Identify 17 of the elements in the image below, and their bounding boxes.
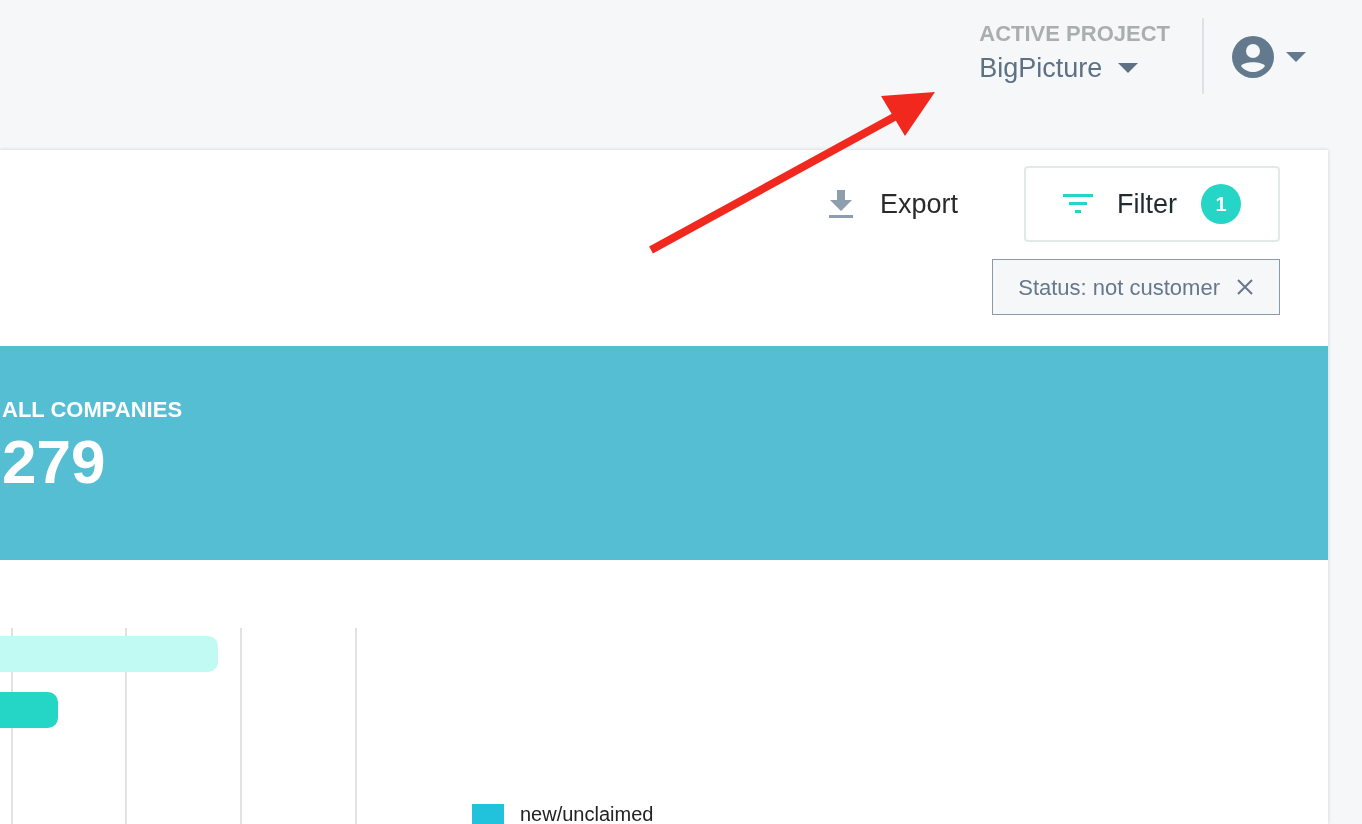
legend-label: new/unclaimed	[520, 804, 654, 824]
caret-icon	[1118, 63, 1139, 73]
download-icon	[827, 190, 854, 218]
caret-icon	[1286, 52, 1306, 62]
banner-value: 279	[2, 426, 107, 498]
filter-button[interactable]: Filter 1	[1024, 166, 1280, 242]
banner-label: ALL COMPANIES	[2, 396, 184, 424]
chart-bar	[0, 692, 58, 728]
filter-chip-label: Status: not customer	[1018, 273, 1220, 302]
filter-count-badge: 1	[1201, 184, 1241, 224]
project-label: ACTIVE PROJECT	[979, 20, 1170, 48]
user-avatar-icon	[1232, 36, 1274, 78]
filter-icon	[1063, 194, 1093, 214]
close-icon[interactable]	[1236, 278, 1254, 296]
project-dropdown[interactable]: BigPicture	[979, 48, 1170, 88]
export-button[interactable]: Export	[827, 183, 958, 225]
filter-chip[interactable]: Status: not customer	[992, 259, 1280, 315]
